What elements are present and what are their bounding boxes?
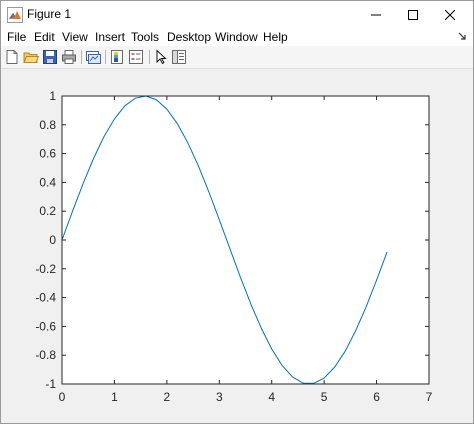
- dock-arrow-icon[interactable]: [457, 31, 467, 41]
- menu-insert[interactable]: Insert: [95, 30, 125, 44]
- colorbar-icon[interactable]: [109, 49, 125, 65]
- x-tick-label: 0: [59, 390, 66, 404]
- print-icon[interactable]: [61, 49, 77, 65]
- y-tick-label: -0.4: [35, 291, 56, 305]
- property-inspector-icon[interactable]: [171, 49, 187, 65]
- x-tick-label: 7: [426, 390, 433, 404]
- title-bar[interactable]: Figure 1: [1, 1, 473, 28]
- new-figure-icon[interactable]: [4, 49, 20, 65]
- y-tick-label: -0.6: [35, 319, 56, 333]
- window-title: Figure 1: [27, 7, 72, 21]
- x-tick-label: 1: [111, 390, 118, 404]
- toolbar-separator: [81, 50, 82, 64]
- y-tick-label: 1: [49, 89, 56, 103]
- x-tick-label: 5: [321, 390, 328, 404]
- y-tick-label: 0.6: [39, 147, 56, 161]
- matlab-logo-icon: [7, 7, 23, 23]
- menu-help[interactable]: Help: [263, 30, 288, 44]
- open-file-icon[interactable]: [23, 49, 39, 65]
- figure-toolbar: [1, 46, 473, 69]
- y-tick-label: -1: [45, 377, 56, 391]
- menu-file[interactable]: File: [7, 30, 26, 44]
- menu-view[interactable]: View: [62, 30, 88, 44]
- y-tick-label: 0.2: [39, 204, 56, 218]
- y-tick-label: -0.8: [35, 348, 56, 362]
- save-icon[interactable]: [42, 49, 58, 65]
- menu-window[interactable]: Window: [215, 30, 258, 44]
- menu-tools[interactable]: Tools: [131, 30, 159, 44]
- x-tick-label: 2: [164, 390, 171, 404]
- minimize-icon: [371, 14, 381, 15]
- y-tick-label: 0.4: [39, 175, 56, 189]
- x-tick-label: 3: [216, 390, 223, 404]
- pointer-icon[interactable]: [153, 49, 169, 65]
- x-tick-label: 4: [268, 390, 275, 404]
- maximize-icon: [408, 9, 418, 20]
- y-tick-label: 0.8: [39, 118, 56, 132]
- y-tick-label: 0: [49, 233, 56, 247]
- line-plot[interactable]: 0 1 2 3 4 5 6 7 -1 -0.8 -0.6 -0.4 -0.2 0 0.2 0.4 0.6 0.8…: [0, 68, 472, 422]
- toolbar-separator: [149, 50, 150, 64]
- menu-bar: File Edit View Insert Tools Desktop Wind…: [1, 28, 473, 46]
- link-plot-icon[interactable]: [85, 49, 101, 65]
- toolbar-separator: [105, 50, 106, 64]
- close-button[interactable]: [427, 1, 473, 28]
- menu-desktop[interactable]: Desktop: [167, 30, 211, 44]
- close-icon: [445, 9, 455, 20]
- y-tick-label: -0.2: [35, 262, 56, 276]
- x-tick-label: 6: [373, 390, 380, 404]
- menu-edit[interactable]: Edit: [34, 30, 55, 44]
- legend-icon[interactable]: [128, 49, 144, 65]
- axes-area[interactable]: [62, 96, 429, 384]
